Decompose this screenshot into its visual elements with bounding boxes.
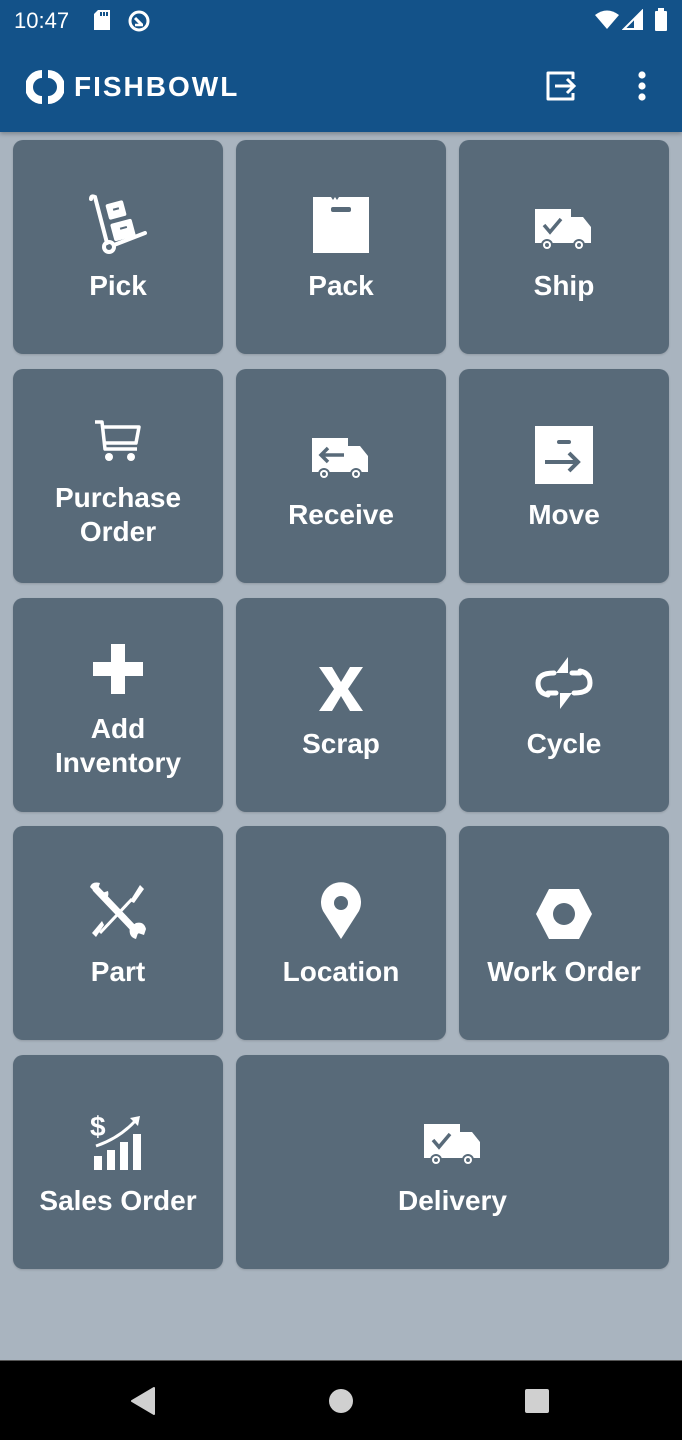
tile-label: Delivery xyxy=(398,1185,507,1216)
truck-check-icon xyxy=(533,191,595,255)
tile-part[interactable]: Part xyxy=(13,826,223,1040)
tile-scrap[interactable]: Scrap xyxy=(236,598,446,812)
tile-label: Purchase Order xyxy=(54,482,182,547)
tile-move[interactable]: Move xyxy=(459,369,669,583)
tile-purchase-order[interactable]: Purchase Order xyxy=(13,369,223,583)
toolbar: FISHBOWL xyxy=(0,50,682,122)
home-button[interactable] xyxy=(316,1381,366,1421)
app-bar: 10:47 FISHBOWL xyxy=(0,0,682,132)
plus-icon xyxy=(93,630,143,694)
wifi-icon xyxy=(594,10,620,35)
sd-card-icon xyxy=(92,9,112,36)
move-arrow-icon xyxy=(535,420,593,484)
tile-label: Cycle xyxy=(526,728,602,759)
hand-truck-icon xyxy=(87,191,149,255)
more-vert-icon xyxy=(638,71,646,101)
menu-grid: Pick Pack Ship Purchase Order Receive Mo… xyxy=(0,0,682,1360)
tile-work-order[interactable]: Work Order xyxy=(459,826,669,1040)
svg-text:$: $ xyxy=(90,1112,106,1142)
fishbowl-logo-icon xyxy=(26,70,64,104)
tile-pack[interactable]: Pack xyxy=(236,140,446,354)
logout-button[interactable] xyxy=(540,64,584,108)
truck-check-icon xyxy=(422,1106,484,1170)
tile-label: Ship xyxy=(533,270,595,301)
tile-label: Move xyxy=(528,499,600,530)
tile-label: Part xyxy=(90,956,146,987)
back-icon xyxy=(131,1387,155,1415)
tile-pick[interactable]: Pick xyxy=(13,140,223,354)
tile-label: Receive xyxy=(288,499,394,530)
tile-label: Location xyxy=(282,956,400,987)
fishbowl-logo: FISHBOWL xyxy=(26,68,239,106)
tile-label: Work Order xyxy=(487,956,641,987)
tile-delivery[interactable]: Delivery xyxy=(236,1055,669,1269)
tools-icon xyxy=(88,877,148,941)
home-icon xyxy=(329,1389,353,1413)
tile-location[interactable]: Location xyxy=(236,826,446,1040)
cell-signal-icon xyxy=(621,8,644,36)
sales-chart-icon: $ xyxy=(90,1106,146,1170)
hex-nut-icon xyxy=(534,877,594,941)
tile-add-inventory[interactable]: Add Inventory xyxy=(13,598,223,812)
tile-label: Add Inventory xyxy=(54,713,182,778)
recents-button[interactable] xyxy=(512,1381,562,1421)
back-button[interactable] xyxy=(118,1381,168,1421)
map-pin-icon xyxy=(318,877,364,941)
logout-icon xyxy=(546,71,577,101)
tile-label: Pack xyxy=(308,270,374,301)
cycle-icon xyxy=(534,649,594,713)
status-time: 10:47 xyxy=(14,8,70,33)
tile-label: Scrap xyxy=(302,728,380,759)
status-bar: 10:47 xyxy=(0,0,682,42)
x-icon xyxy=(317,649,365,713)
cart-icon xyxy=(93,403,143,463)
tile-ship[interactable]: Ship xyxy=(459,140,669,354)
truck-arrow-left-icon xyxy=(310,420,372,484)
tile-receive[interactable]: Receive xyxy=(236,369,446,583)
package-icon xyxy=(311,191,371,255)
tile-label: Pick xyxy=(89,270,147,301)
brand-name: FISHBOWL xyxy=(74,71,240,102)
system-nav-bar xyxy=(0,1360,682,1440)
vpn-key-icon xyxy=(127,9,151,38)
tile-label: Sales Order xyxy=(39,1185,197,1216)
battery-icon xyxy=(654,8,668,37)
tile-sales-order[interactable]: $ Sales Order xyxy=(13,1055,223,1269)
recents-icon xyxy=(525,1389,549,1413)
overflow-menu-button[interactable] xyxy=(620,64,664,108)
tile-cycle[interactable]: Cycle xyxy=(459,598,669,812)
